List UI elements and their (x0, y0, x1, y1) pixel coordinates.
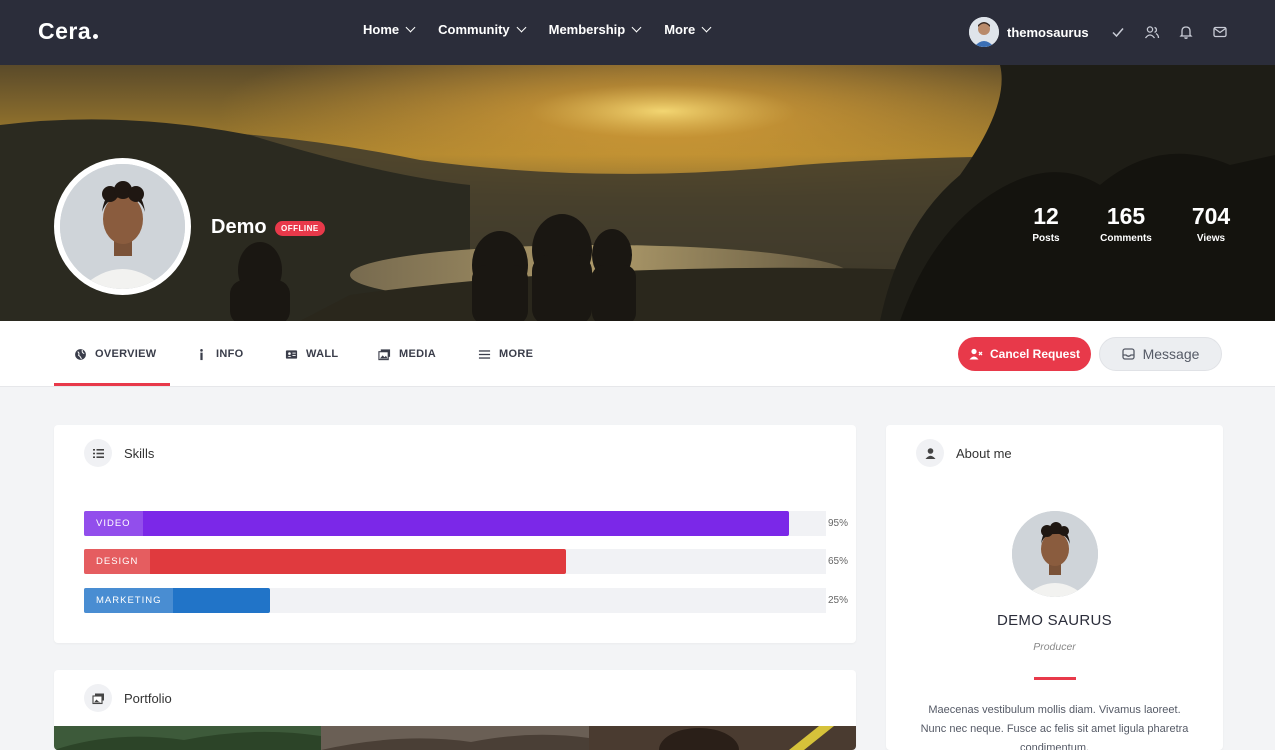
card-title: About me (956, 445, 1012, 461)
tab-media[interactable]: MEDIA (378, 321, 436, 387)
skill-label: VIDEO (84, 511, 143, 536)
inbox-icon (1121, 348, 1135, 360)
profile-name: Demo (211, 216, 267, 238)
about-avatar (1012, 511, 1098, 597)
site-logo[interactable]: Cera (38, 18, 99, 45)
main-nav: Home Community Membership More (363, 22, 712, 37)
about-card: About me DEMO SAURUS Producer Maecenas v… (886, 425, 1223, 750)
status-badge: OFFLINE (275, 221, 325, 236)
stat-value: 165 (1106, 203, 1146, 229)
tab-info[interactable]: INFO (195, 321, 243, 387)
user-icon (916, 439, 944, 467)
about-divider (1034, 677, 1076, 680)
globe-icon (75, 348, 86, 360)
portfolio-image[interactable] (589, 726, 856, 750)
stat-views[interactable]: 704 Views (1189, 202, 1233, 244)
tab-overview[interactable]: OVERVIEW (74, 321, 157, 387)
skill-label: DESIGN (84, 549, 151, 574)
menu-icon (478, 349, 491, 359)
skill-bar-video: VIDEO 95% (84, 511, 848, 536)
about-name: DEMO SAURUS (997, 612, 1112, 629)
active-tab-indicator (54, 383, 170, 386)
mail-icon[interactable] (1212, 24, 1228, 40)
card-header: About me (916, 439, 1012, 467)
skill-percent: 65% (828, 556, 849, 567)
card-title: Skills (124, 445, 155, 461)
list-icon (84, 439, 112, 467)
profile-photo (60, 164, 185, 289)
tab-more[interactable]: MORE (478, 321, 533, 387)
users-icon[interactable] (1144, 24, 1160, 40)
user-avatar (969, 17, 999, 47)
logo-dot (93, 34, 99, 39)
portfolio-gallery (54, 726, 856, 750)
skill-bar-marketing: MARKETING 25% (84, 588, 848, 613)
bell-icon[interactable] (1178, 24, 1194, 40)
stat-comments[interactable]: 165 Comments (1096, 202, 1156, 244)
user-menu[interactable]: themosaurus (969, 17, 1089, 47)
nav-community[interactable]: Community (438, 22, 527, 37)
skill-percent: 95% (828, 518, 849, 529)
username: themosaurus (1007, 24, 1089, 40)
images-icon (84, 684, 112, 712)
portfolio-card: Portfolio (54, 670, 856, 750)
top-icons (1110, 24, 1228, 40)
tab-wall[interactable]: WALL (285, 321, 338, 387)
check-icon[interactable] (1110, 24, 1126, 40)
chevron-down-icon (631, 22, 642, 33)
stat-value: 12 (1033, 203, 1059, 229)
skills-card: Skills VIDEO 95% DESIGN 65% MARKETING 25… (54, 425, 856, 643)
stat-value: 704 (1191, 203, 1231, 229)
about-bio: Maecenas vestibulum mollis diam. Vivamus… (920, 704, 1189, 750)
images-icon (378, 348, 391, 360)
skill-bar-design: DESIGN 65% (84, 549, 848, 574)
profile-avatar[interactable] (54, 158, 191, 295)
info-icon (200, 348, 203, 360)
chevron-down-icon (405, 22, 416, 33)
profile-cover: Demo OFFLINE 12 Posts 165 Comments 704 V… (0, 65, 1275, 321)
top-navbar: Cera Home Community Membership More them… (0, 0, 1275, 65)
chevron-down-icon (516, 22, 527, 33)
portfolio-image[interactable] (54, 726, 321, 750)
stat-label: Comments (1100, 233, 1152, 244)
user-cancel-icon (969, 348, 983, 360)
avatar-illustration (1012, 511, 1098, 597)
about-role: Producer (1033, 641, 1076, 653)
nav-home[interactable]: Home (363, 22, 416, 37)
skill-percent: 25% (828, 595, 849, 606)
card-header: Skills (84, 439, 154, 467)
cancel-request-button[interactable]: Cancel Request (958, 337, 1091, 371)
avatar-illustration (969, 17, 999, 47)
message-button[interactable]: Message (1099, 337, 1222, 371)
stat-label: Posts (1032, 233, 1060, 244)
skill-fill (84, 549, 566, 574)
portfolio-image[interactable] (321, 726, 589, 750)
cover-photo (0, 65, 1275, 321)
nav-membership[interactable]: Membership (549, 22, 642, 37)
stat-label: Views (1196, 233, 1226, 244)
skill-label: MARKETING (84, 588, 174, 613)
stat-posts[interactable]: 12 Posts (1026, 202, 1066, 244)
nav-more[interactable]: More (664, 22, 712, 37)
chevron-down-icon (701, 22, 712, 33)
id-card-icon (285, 349, 298, 359)
card-title: Portfolio (124, 690, 172, 706)
avatar-illustration (60, 164, 185, 289)
skill-fill (84, 511, 789, 536)
card-header: Portfolio (84, 684, 172, 712)
